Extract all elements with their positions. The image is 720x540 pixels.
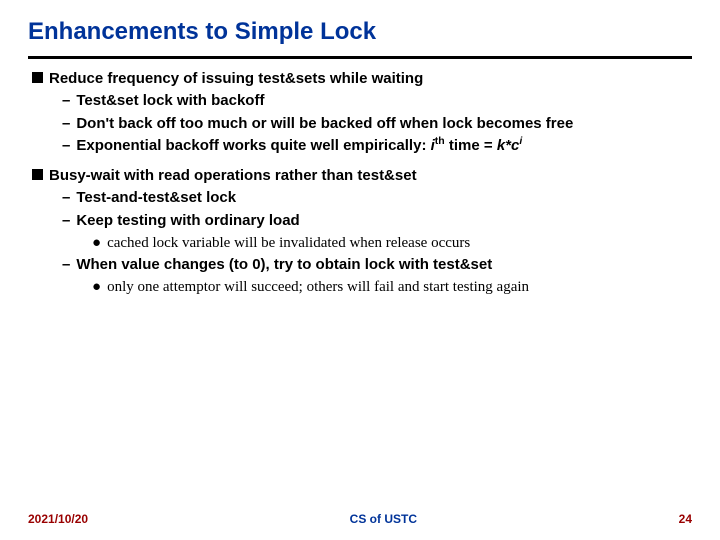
bullet-text: When value changes (to 0), try to obtain… [76, 256, 492, 273]
dash-bullet-icon: – [62, 212, 70, 229]
slide-title: Enhancements to Simple Lock [28, 18, 692, 46]
bullet-level2: –Test-and-test&set lock [28, 188, 692, 208]
disc-bullet-icon: ● [92, 278, 101, 295]
slide-footer: 2021/10/20 CS of USTC 24 [0, 512, 720, 526]
bullet-text: only one attemptor will succeed; others … [107, 279, 529, 295]
bullet-level3: ● only one attemptor will succeed; others… [28, 277, 692, 297]
square-bullet-icon [32, 169, 43, 180]
dash-bullet-icon: – [62, 92, 70, 109]
bullet-text: cached lock variable will be invalidated… [107, 235, 470, 251]
bullet-level2: –Keep testing with ordinary load [28, 211, 692, 231]
slide-content: Reduce frequency of issuing test&sets wh… [28, 69, 692, 298]
footer-date: 2021/10/20 [28, 512, 88, 526]
dash-bullet-icon: – [62, 189, 70, 206]
bullet-text: Test&set lock with backoff [76, 92, 264, 109]
bullet-text: Busy-wait with read operations rather th… [49, 167, 417, 184]
bullet-text: Keep testing with ordinary load [76, 212, 299, 229]
bullet-text: Exponential backoff works quite well emp… [76, 137, 522, 154]
footer-page-number: 24 [679, 512, 692, 526]
dash-bullet-icon: – [62, 256, 70, 273]
square-bullet-icon [32, 72, 43, 83]
title-divider [28, 56, 692, 59]
footer-center: CS of USTC [88, 512, 679, 526]
bullet-level3: ● cached lock variable will be invalidate… [28, 233, 692, 253]
bullet-text: Test-and-test&set lock [76, 189, 236, 206]
bullet-level2: –Exponential backoff works quite well em… [28, 136, 692, 156]
bullet-text: Don't back off too much or will be backe… [76, 115, 573, 132]
bullet-level1: Busy-wait with read operations rather th… [28, 166, 692, 186]
bullet-level2: –Don't back off too much or will be back… [28, 114, 692, 134]
disc-bullet-icon: ● [92, 234, 101, 251]
bullet-level2: –When value changes (to 0), try to obtai… [28, 255, 692, 275]
dash-bullet-icon: – [62, 115, 70, 132]
bullet-level2: –Test&set lock with backoff [28, 91, 692, 111]
bullet-text: Reduce frequency of issuing test&sets wh… [49, 70, 423, 87]
bullet-level1: Reduce frequency of issuing test&sets wh… [28, 69, 692, 89]
dash-bullet-icon: – [62, 137, 70, 154]
